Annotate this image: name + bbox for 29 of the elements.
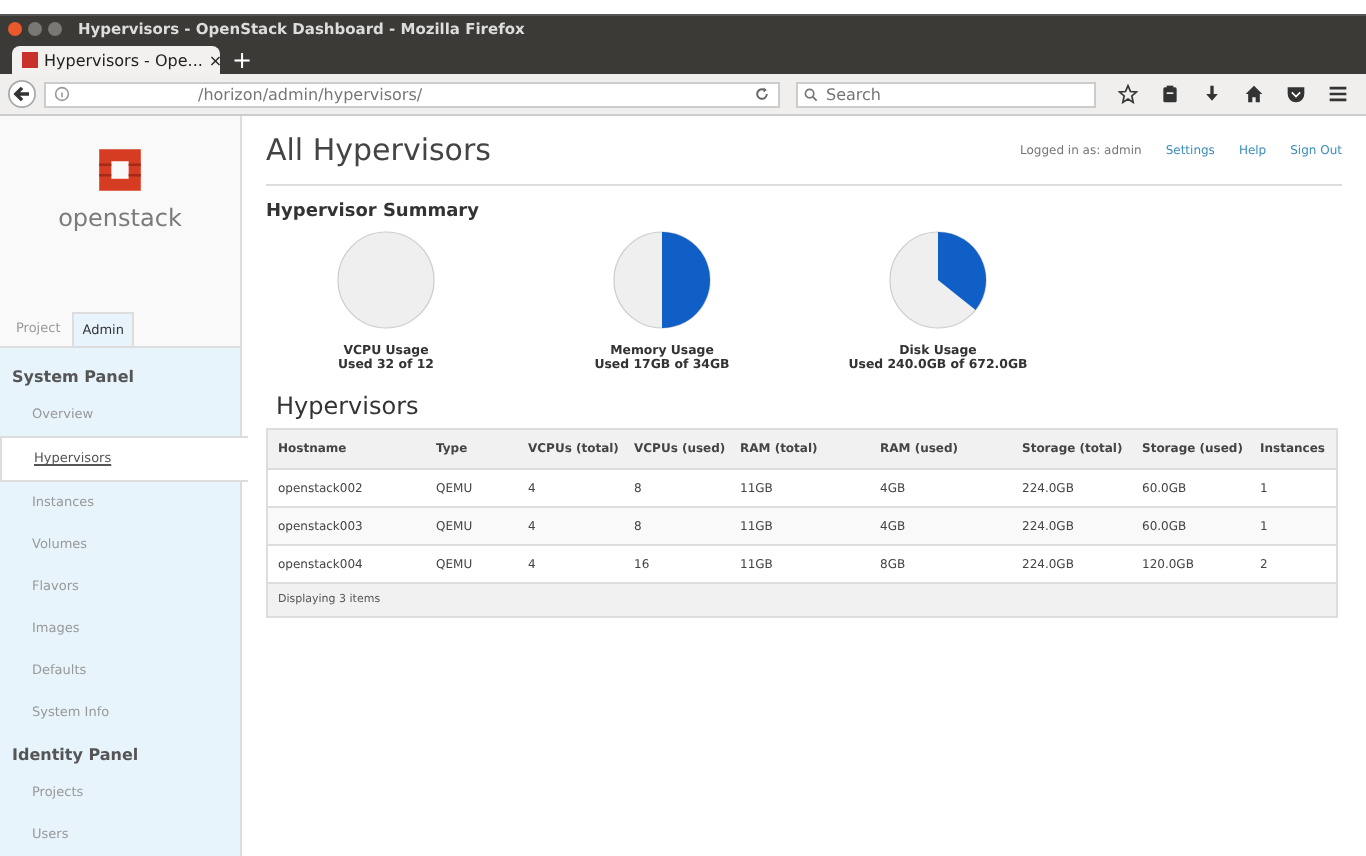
minimize-icon[interactable] bbox=[28, 22, 42, 36]
reload-icon[interactable] bbox=[754, 86, 770, 102]
search-icon bbox=[804, 87, 818, 101]
table-title: Hypervisors bbox=[276, 392, 421, 420]
search-field[interactable]: Search bbox=[796, 81, 1096, 107]
menu-icon[interactable] bbox=[1328, 84, 1348, 104]
browser-tab[interactable]: Hypervisors - Ope... × bbox=[12, 46, 220, 74]
clipboard-icon[interactable] bbox=[1160, 84, 1180, 104]
download-icon[interactable] bbox=[1202, 84, 1222, 104]
brand-name: openstack bbox=[58, 204, 182, 232]
back-icon[interactable] bbox=[8, 80, 36, 108]
info-icon[interactable] bbox=[54, 86, 70, 102]
new-tab-button[interactable]: + bbox=[232, 46, 253, 74]
panel-heading: Identity Panel bbox=[10, 744, 141, 768]
pie-chart-drawing bbox=[612, 230, 712, 330]
home-icon[interactable] bbox=[1244, 84, 1264, 104]
address-bar[interactable]: /horizon/admin/hypervisors/ bbox=[44, 81, 780, 107]
favicon-icon bbox=[22, 52, 38, 68]
star-icon[interactable] bbox=[1118, 84, 1138, 104]
shield-icon[interactable] bbox=[1286, 84, 1306, 104]
page-title: All Hypervisors bbox=[266, 132, 493, 168]
close-tab-button[interactable]: × bbox=[208, 51, 223, 69]
logo-icon bbox=[94, 144, 146, 196]
panel-heading: System Panel bbox=[10, 366, 137, 390]
pie-chart-drawing bbox=[888, 230, 988, 330]
maximize-icon[interactable] bbox=[48, 22, 62, 36]
close-icon[interactable] bbox=[8, 22, 22, 36]
section-title: Hypervisor Summary bbox=[266, 202, 481, 222]
pie-chart-drawing bbox=[336, 230, 436, 330]
